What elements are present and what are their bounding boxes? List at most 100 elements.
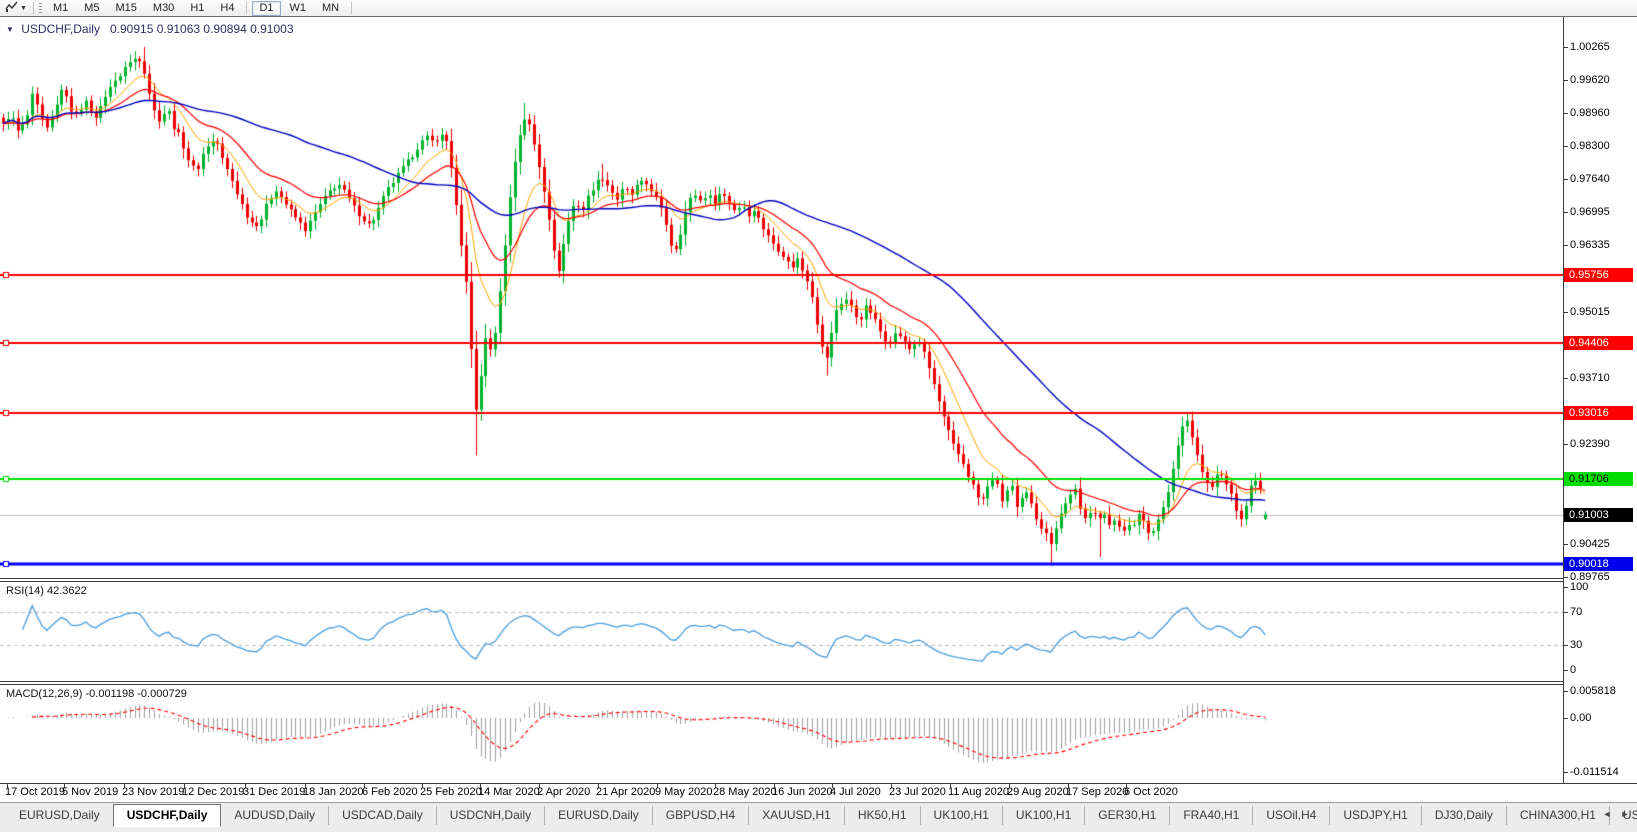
price-axis-label: 0.98960	[1570, 107, 1610, 119]
chart-tab-china300-h1[interactable]: CHINA300,H1	[1506, 806, 1609, 825]
timeframe-button-w1[interactable]: W1	[283, 1, 314, 16]
chart-tab-fra40-h1[interactable]: FRA40,H1	[1169, 806, 1252, 825]
date-axis-label: 4 Jul 2020	[830, 786, 881, 798]
date-axis-label: 14 Mar 2020	[478, 786, 540, 798]
terminal-window: ▼ M1M5M15M30H1H4 D1W1MN ▼ USDCHF,Daily 0.…	[0, 0, 1637, 832]
chart-tab-ger30-h1[interactable]: GER30,H1	[1084, 806, 1169, 825]
price-axis-label: 0.99620	[1570, 74, 1610, 86]
rsi-label: RSI(14) 42.3622	[6, 585, 87, 597]
timeframe-button-m30[interactable]: M30	[146, 1, 181, 16]
rsi-axis-label: 100	[1570, 581, 1588, 593]
chart-tab-eurusd-daily[interactable]: EURUSD,Daily	[544, 806, 652, 825]
macd-label: MACD(12,26,9) -0.001198 -0.000729	[6, 688, 187, 700]
date-axis-label: 5 Nov 2019	[62, 786, 118, 798]
date-axis-label: 18 Jan 2020	[303, 786, 364, 798]
date-axis-label: 2 Apr 2020	[537, 786, 590, 798]
timeframe-button-h1[interactable]: H1	[183, 1, 211, 16]
timeframe-buttons: M1M5M15M30H1H4 D1W1MN	[45, 1, 347, 16]
level-price-badge: 0.95756	[1564, 268, 1633, 282]
chart-tab-bar: EURUSD,DailyUSDCHF,DailyAUDUSD,DailyUSDC…	[0, 802, 1637, 832]
macd-axis-label-tick	[1563, 772, 1568, 773]
toolbar-drag-grip[interactable]	[39, 3, 42, 14]
date-axis-label: 17 Oct 2019	[5, 786, 65, 798]
chart-tab-usdcnh-daily[interactable]: USDCNH,Daily	[436, 806, 544, 825]
price-axis-label-tick	[1563, 113, 1568, 114]
toolbar-separator	[33, 2, 34, 14]
chart-tab-dj30-daily[interactable]: DJ30,Daily	[1421, 806, 1506, 825]
rsi-canvas[interactable]	[0, 582, 1563, 681]
rsi-axis-label-tick	[1563, 645, 1568, 646]
date-axis-label: 29 Aug 2020	[1007, 786, 1069, 798]
rsi-axis-label: 30	[1570, 639, 1582, 651]
chart-tab-hk50-h1[interactable]: HK50,H1	[844, 806, 920, 825]
tabs-scroll-right-icon[interactable]: ►	[1619, 809, 1631, 819]
timeframe-button-d1[interactable]: D1	[252, 1, 280, 16]
rsi-value: 42.3622	[47, 585, 87, 597]
macd-axis-label: -0.011514	[1570, 766, 1619, 778]
collapse-arrow-icon[interactable]: ▼	[6, 25, 14, 34]
macd-canvas[interactable]	[0, 685, 1563, 783]
current-price-badge: 0.91003	[1564, 508, 1633, 522]
price-axis-label: 0.96995	[1570, 206, 1610, 218]
chart-tab-uk100-h1[interactable]: UK100,H1	[920, 806, 1002, 825]
toolbar-separator	[351, 2, 352, 14]
timeframe-button-m5[interactable]: M5	[77, 1, 106, 16]
timeframe-button-h4[interactable]: H4	[213, 1, 241, 16]
price-axis-label: 0.92390	[1570, 438, 1610, 450]
price-axis-label-tick	[1563, 577, 1568, 578]
chart-ohlc-quotes: 0.90915 0.91063 0.90894 0.91003	[110, 22, 294, 36]
price-axis-label-tick	[1563, 245, 1568, 246]
main-chart-canvas[interactable]	[0, 17, 1563, 578]
price-axis-label: 0.93710	[1570, 372, 1610, 384]
macd-values: -0.001198 -0.000729	[85, 688, 186, 700]
date-axis-label: 17 Sep 2020	[1066, 786, 1128, 798]
chart-tab-usoil-h4[interactable]: USOil,H4	[1252, 806, 1329, 825]
level-price-badge: 0.94406	[1564, 336, 1633, 350]
macd-axis-label: 0.005818	[1570, 685, 1616, 697]
timeframe-button-mn[interactable]: MN	[315, 1, 346, 16]
price-axis-label: 0.97640	[1570, 173, 1610, 185]
price-axis-label-tick	[1563, 444, 1568, 445]
price-axis-label-tick	[1563, 544, 1568, 545]
chart-tab-usdjpy-h1[interactable]: USDJPY,H1	[1329, 806, 1420, 825]
rsi-axis-label-tick	[1563, 612, 1568, 613]
date-axis-label: 28 May 2020	[713, 786, 777, 798]
price-axis-border	[1563, 17, 1564, 783]
chart-tab-usdchf-daily[interactable]: USDCHF,Daily	[113, 804, 222, 827]
chart-tab-audusd-daily[interactable]: AUDUSD,Daily	[221, 806, 328, 825]
level-price-badge: 0.91706	[1564, 472, 1633, 486]
chevron-down-icon[interactable]: ▼	[20, 5, 27, 12]
price-axis-label-tick	[1563, 179, 1568, 180]
macd-axis-label-tick	[1563, 718, 1568, 719]
tabs-scroll-left-icon[interactable]: ◄	[1601, 809, 1613, 819]
toolbar-separator	[246, 2, 247, 14]
price-axis-label-tick	[1563, 312, 1568, 313]
chart-tab-eurusd-daily[interactable]: EURUSD,Daily	[6, 806, 113, 825]
date-axis-label: 21 Apr 2020	[596, 786, 655, 798]
price-axis-label-tick	[1563, 47, 1568, 48]
rsi-axis-label: 70	[1570, 606, 1582, 618]
chart-tab-uk100-h1[interactable]: UK100,H1	[1002, 806, 1084, 825]
macd-axis-label: 0.00	[1570, 712, 1591, 724]
timeframe-button-m1[interactable]: M1	[46, 1, 75, 16]
timeframe-button-m15[interactable]: M15	[109, 1, 144, 16]
date-axis-label: 6 Oct 2020	[1124, 786, 1178, 798]
tab-scroll-buttons: ◄►	[1601, 809, 1631, 819]
date-axis-label: 12 Dec 2019	[182, 786, 244, 798]
chart-title: ▼ USDCHF,Daily 0.90915 0.91063 0.90894 0…	[6, 22, 294, 36]
price-axis-label-tick	[1563, 378, 1568, 379]
level-price-badge: 0.93016	[1564, 406, 1633, 420]
date-axis-label: 31 Dec 2019	[243, 786, 305, 798]
price-axis-label-tick	[1563, 80, 1568, 81]
price-axis-label: 1.00265	[1570, 41, 1610, 53]
chart-tab-usdcad-daily[interactable]: USDCAD,Daily	[328, 806, 436, 825]
date-axis-label: 25 Feb 2020	[420, 786, 482, 798]
date-axis-label: 11 Aug 2020	[948, 786, 1009, 798]
rsi-axis-label-tick	[1563, 587, 1568, 588]
chart-type-button[interactable]: ▼	[3, 1, 29, 15]
candlestick-chart-icon	[5, 1, 18, 15]
price-axis-label: 0.95015	[1570, 306, 1610, 318]
rsi-axis-label: 0	[1570, 664, 1576, 676]
chart-tab-xauusd-h1[interactable]: XAUUSD,H1	[748, 806, 844, 825]
chart-tab-gbpusd-h4[interactable]: GBPUSD,H4	[652, 806, 748, 825]
